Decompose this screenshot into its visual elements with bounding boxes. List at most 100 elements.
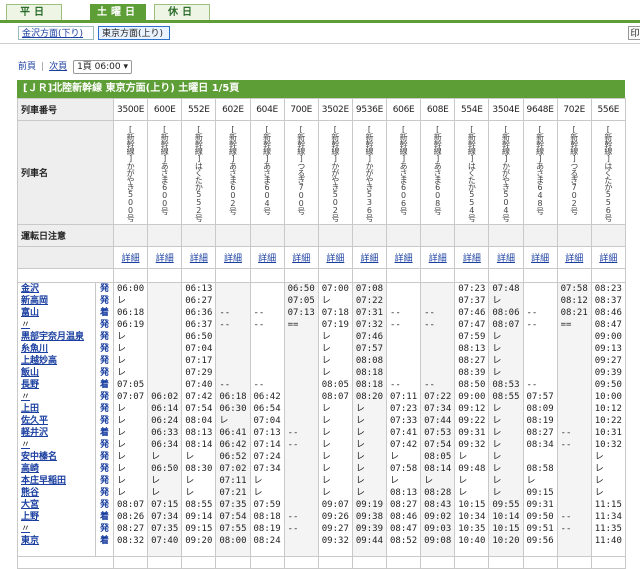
- train-number: 700E: [283, 98, 319, 121]
- station-name[interactable]: 高崎: [21, 464, 39, 474]
- train-name: [新幹線]あさま648号: [535, 125, 545, 214]
- detail-link[interactable]: 詳細: [590, 246, 626, 269]
- station-name[interactable]: 安中榛名: [21, 452, 57, 462]
- detail-link[interactable]: 詳細: [317, 246, 353, 269]
- train-name-cell: [新幹線]あさま648号: [522, 120, 558, 225]
- detail-link[interactable]: 詳細: [420, 246, 456, 269]
- print-button[interactable]: 印: [628, 26, 640, 40]
- ditto-mark: 〃: [21, 524, 31, 534]
- spacer-cell: [16, 268, 115, 283]
- train-name-cell: [新幹線]かがやき504号: [488, 120, 524, 225]
- spacer-cell: [317, 268, 353, 283]
- detail-link[interactable]: 詳細: [556, 246, 592, 269]
- direction-1[interactable]: 東京方面(上り): [98, 26, 170, 40]
- train-times: 06:13 06:27 06:36 06:37 06:50 07:04 07:1…: [181, 282, 217, 557]
- next-page-link[interactable]: 次頁: [49, 62, 67, 72]
- spacer-cell: [420, 268, 456, 283]
- spacer-cell: [215, 268, 251, 283]
- detail-link[interactable]: 詳細: [181, 246, 217, 269]
- train-times: -- -- -- 06:18 06:30 レ 06:41 06:42 06:52…: [215, 282, 251, 557]
- page-select[interactable]: 1頁 06:00 ▾: [73, 60, 132, 74]
- spacer-cell: [386, 268, 422, 283]
- spacer-cell: [147, 268, 183, 283]
- train-name: [新幹線]はくたか556号: [603, 125, 613, 221]
- detail-link[interactable]: 詳細: [283, 246, 319, 269]
- detail-link[interactable]: 詳細: [351, 246, 388, 269]
- ditto-mark: 〃: [21, 320, 31, 330]
- train-name-cell: [新幹線]はくたか556号: [590, 120, 626, 225]
- train-number: 606E: [386, 98, 422, 121]
- train-name-cell: [新幹線]あさま608号: [420, 120, 456, 225]
- train-name-cell: [新幹線]あさま604号: [249, 120, 285, 225]
- spacer-cell: [420, 556, 456, 569]
- station-name[interactable]: 軽井沢: [21, 428, 48, 438]
- station-name[interactable]: 上田: [21, 404, 39, 414]
- spacer-cell: [556, 268, 592, 283]
- train-number: 9648E: [522, 98, 558, 121]
- detail-link[interactable]: 詳細: [113, 246, 149, 269]
- spacer-cell: [215, 556, 251, 569]
- tab-0[interactable]: 平日: [6, 4, 62, 20]
- notes-cell: [522, 224, 558, 247]
- ditto-mark: 〃: [21, 440, 31, 450]
- station-name[interactable]: 佐久平: [21, 416, 48, 426]
- spacer-cell: [283, 556, 319, 569]
- station-name[interactable]: 熊谷: [21, 488, 39, 498]
- spacer-cell: [488, 268, 524, 283]
- detail-link[interactable]: 詳細: [215, 246, 251, 269]
- station-name[interactable]: 金沢: [21, 284, 39, 294]
- train-name: [新幹線]かがやき502号: [330, 125, 340, 221]
- direction-0[interactable]: 金沢方面(下り): [18, 26, 94, 40]
- train-name-cell: [新幹線]かがやき536号: [351, 120, 388, 225]
- notes-cell: [420, 224, 456, 247]
- detail-link[interactable]: 詳細: [147, 246, 183, 269]
- train-times: 08:23 08:37 08:46 08:47 09:00 09:13 09:2…: [590, 282, 626, 557]
- train-times: -- -- -- 06:42 06:54 07:04 07:13 07:14 0…: [249, 282, 285, 557]
- station-name[interactable]: 飯山: [21, 368, 39, 378]
- spacer-cell: [590, 556, 626, 569]
- notes-cell: [317, 224, 353, 247]
- station-name[interactable]: 大宮: [21, 500, 39, 510]
- detail-link[interactable]: 詳細: [249, 246, 285, 269]
- train-number: 602E: [215, 98, 251, 121]
- station-name[interactable]: 東京: [21, 536, 39, 546]
- detail-link[interactable]: 詳細: [522, 246, 558, 269]
- station-name[interactable]: 富山: [21, 308, 39, 318]
- detail-link[interactable]: 詳細: [488, 246, 524, 269]
- station-name[interactable]: 黒部宇奈月温泉: [21, 332, 84, 342]
- train-name-cell: [新幹線]あさま600号: [147, 120, 183, 225]
- train-number: 3504E: [488, 98, 524, 121]
- spacer-cell: [147, 556, 183, 569]
- train-times: 07:23 07:37 07:46 07:47 07:59 08:13 08:2…: [454, 282, 490, 557]
- train-name-cell: [新幹線]あさま606号: [386, 120, 422, 225]
- detail-link[interactable]: 詳細: [454, 246, 490, 269]
- notes-cell: [351, 224, 388, 247]
- station-name[interactable]: 新高岡: [21, 296, 48, 306]
- prev-page-link[interactable]: 前頁: [18, 62, 36, 72]
- detail-link[interactable]: 詳細: [386, 246, 422, 269]
- spacer-cell: [351, 268, 388, 283]
- train-name-cell: [新幹線]はくたか552号: [181, 120, 217, 225]
- train-name-cell: [新幹線]はくたか554号: [454, 120, 490, 225]
- tab-1[interactable]: 土曜日: [90, 4, 146, 20]
- notes-cell: [147, 224, 183, 247]
- train-number: 3502E: [317, 98, 353, 121]
- train-number: 702E: [556, 98, 592, 121]
- station-name[interactable]: 長野: [21, 380, 39, 390]
- tab-2[interactable]: 休日: [154, 4, 210, 20]
- ditto-mark: 〃: [21, 392, 31, 402]
- station-name[interactable]: 糸魚川: [21, 344, 48, 354]
- notes-cell: [249, 224, 285, 247]
- station-name[interactable]: 本庄早稲田: [21, 476, 66, 486]
- spacer-cell: [556, 556, 592, 569]
- notes-cell: [556, 224, 592, 247]
- station-name[interactable]: 上越妙高: [21, 356, 57, 366]
- notes-cell: [590, 224, 626, 247]
- station-list[interactable]: 金沢 新高岡 富山〃黒部宇奈月温泉 糸魚川 上越妙高 飯山 長野〃上田 佐久平 軽井沢〃安中榛名…: [17, 282, 96, 557]
- station-name[interactable]: 上野: [21, 512, 39, 522]
- train-name: [新幹線]つるぎ702号: [569, 125, 579, 214]
- spacer-cell: [317, 556, 353, 569]
- spacer-cell: [113, 556, 149, 569]
- train-name: [新幹線]はくたか554号: [467, 125, 477, 221]
- spacer-cell: [283, 268, 319, 283]
